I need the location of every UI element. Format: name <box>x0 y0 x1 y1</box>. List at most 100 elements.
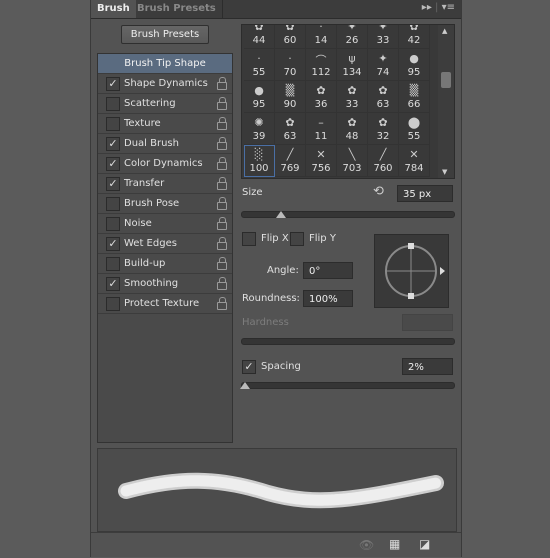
option-checkbox[interactable]: ✓ <box>106 77 120 91</box>
brush-grid-icon[interactable]: ▦ <box>389 537 400 551</box>
brush-tip[interactable]: ✿ 63 <box>275 113 306 145</box>
brush-presets-button[interactable]: Brush Presets <box>121 25 209 44</box>
option-protect-texture[interactable]: Protect Texture <box>98 294 232 314</box>
brush-tip[interactable]: ░ 100 <box>244 145 275 177</box>
brush-tip[interactable]: ╲ 703 <box>337 145 368 177</box>
brush-tip[interactable]: ✿ 60 <box>275 25 306 49</box>
size-slider-knob[interactable] <box>276 211 287 218</box>
option-checkbox[interactable] <box>106 97 120 111</box>
brush-tip[interactable]: ▒ 90 <box>275 81 306 113</box>
brush-size-label: 36 <box>314 99 328 110</box>
grid-scrollbar[interactable]: ▲ ▼ <box>438 25 454 178</box>
option-checkbox[interactable]: ✓ <box>106 177 120 191</box>
lock-icon[interactable] <box>217 297 227 310</box>
option-wet-edges[interactable]: ✓ Wet Edges <box>98 234 232 254</box>
option-smoothing[interactable]: ✓ Smoothing <box>98 274 232 294</box>
flip-x-checkbox[interactable] <box>242 232 256 246</box>
option-label: Transfer <box>124 178 165 189</box>
brush-tip[interactable]: ✿ 42 <box>399 25 430 49</box>
option-checkbox[interactable] <box>106 257 120 271</box>
brush-tip[interactable]: ✕ 784 <box>399 145 430 177</box>
lock-icon[interactable] <box>217 137 227 150</box>
brush-tip[interactable]: · 14 <box>306 25 337 49</box>
spacing-checkbox[interactable]: ✓ <box>242 360 256 374</box>
option-noise[interactable]: Noise <box>98 214 232 234</box>
brush-tip[interactable]: ✺ 39 <box>244 113 275 145</box>
lock-icon[interactable] <box>217 277 227 290</box>
option-label: Protect Texture <box>124 298 200 309</box>
brush-tip[interactable]: ● 95 <box>399 49 430 81</box>
flip-y-checkbox[interactable] <box>290 232 304 246</box>
panel-menu-icon[interactable]: ▾≡ <box>442 2 455 13</box>
brush-tip[interactable]: ✿ 44 <box>244 24 275 49</box>
roundness-input[interactable]: 100% <box>303 290 353 307</box>
brush-tip[interactable]: ✿ 36 <box>306 81 337 113</box>
lock-icon[interactable] <box>217 117 227 130</box>
lock-icon[interactable] <box>217 157 227 170</box>
spacing-slider[interactable] <box>240 382 455 389</box>
option-checkbox[interactable]: ✓ <box>106 277 120 291</box>
lock-icon[interactable] <box>217 257 227 270</box>
option-color-dynamics[interactable]: ✓ Color Dynamics <box>98 154 232 174</box>
option-label: Smoothing <box>124 278 179 289</box>
lock-icon[interactable] <box>217 217 227 230</box>
brush-tip[interactable]: ✿ 63 <box>368 81 399 113</box>
brush-tip[interactable]: ╱ 769 <box>275 145 306 177</box>
brush-tip-preview-icon: ✿ <box>254 24 264 33</box>
brush-tip[interactable]: ✦ 26 <box>337 25 368 49</box>
option-checkbox[interactable]: ✓ <box>106 237 120 251</box>
option-checkbox[interactable]: ✓ <box>106 137 120 151</box>
angle-input[interactable]: 0° <box>303 262 353 279</box>
option-dual-brush[interactable]: ✓ Dual Brush <box>98 134 232 154</box>
option-transfer[interactable]: ✓ Transfer <box>98 174 232 194</box>
brush-tip[interactable]: · 55 <box>244 49 275 81</box>
option-shape-dynamics[interactable]: ✓ Shape Dynamics <box>98 74 232 94</box>
brush-tip[interactable]: ⌒ 112 <box>306 49 337 81</box>
lock-icon[interactable] <box>217 237 227 250</box>
option-texture[interactable]: Texture <box>98 114 232 134</box>
spacing-slider-knob[interactable] <box>240 382 251 389</box>
scroll-thumb[interactable] <box>441 72 451 88</box>
lock-icon[interactable] <box>217 177 227 190</box>
lock-icon[interactable] <box>217 97 227 110</box>
brush-tip[interactable]: ╱ 760 <box>368 145 399 177</box>
brush-size-label: 55 <box>407 131 421 142</box>
option-scattering[interactable]: Scattering <box>98 94 232 114</box>
option-brush-tip-shape[interactable]: Brush Tip Shape <box>98 54 232 74</box>
scroll-down-icon[interactable]: ▼ <box>442 168 447 176</box>
brush-tip[interactable]: ✦ 33 <box>368 25 399 49</box>
brush-tip[interactable]: · 70 <box>275 49 306 81</box>
brush-tip-preview-icon: ✿ <box>378 116 388 129</box>
new-brush-icon[interactable]: ◪ <box>419 537 430 551</box>
lock-icon[interactable] <box>217 197 227 210</box>
scroll-up-icon[interactable]: ▲ <box>442 27 447 35</box>
collapse-icon[interactable]: ▸▸ <box>422 2 432 13</box>
brush-tip[interactable]: – 11 <box>306 113 337 145</box>
option-checkbox[interactable] <box>106 217 120 231</box>
brush-tip[interactable]: ✿ 33 <box>337 81 368 113</box>
option-checkbox[interactable] <box>106 197 120 211</box>
size-slider[interactable] <box>241 211 455 218</box>
brush-tip[interactable]: ✿ 32 <box>368 113 399 145</box>
reset-size-icon[interactable]: ⟲ <box>373 184 384 199</box>
brush-tip[interactable]: ● 95 <box>244 81 275 113</box>
option-checkbox[interactable] <box>106 297 120 311</box>
brush-tip[interactable]: ▒ 66 <box>399 81 430 113</box>
toggle-live-tip-icon[interactable]: 👁 <box>359 538 374 552</box>
tab-brush[interactable]: Brush <box>91 0 136 18</box>
option-brush-pose[interactable]: Brush Pose <box>98 194 232 214</box>
brush-tip[interactable]: ✿ 48 <box>337 113 368 145</box>
size-input[interactable]: 35 px <box>397 185 453 202</box>
brush-tip[interactable]: ✦ 74 <box>368 49 399 81</box>
tab-brush-presets[interactable]: Brush Presets <box>131 0 223 18</box>
lock-icon[interactable] <box>217 77 227 90</box>
option-checkbox[interactable] <box>106 117 120 131</box>
option-checkbox[interactable]: ✓ <box>106 157 120 171</box>
brush-tip[interactable]: ⬤ 55 <box>399 113 430 145</box>
option-build-up[interactable]: Build-up <box>98 254 232 274</box>
spacing-input[interactable]: 2% <box>402 358 453 375</box>
brush-tip[interactable]: ψ 134 <box>337 49 368 81</box>
angle-roundness-dial[interactable] <box>374 234 449 308</box>
brush-tip[interactable]: ✕ 756 <box>306 145 337 177</box>
flip-x-label: Flip X <box>261 233 289 244</box>
